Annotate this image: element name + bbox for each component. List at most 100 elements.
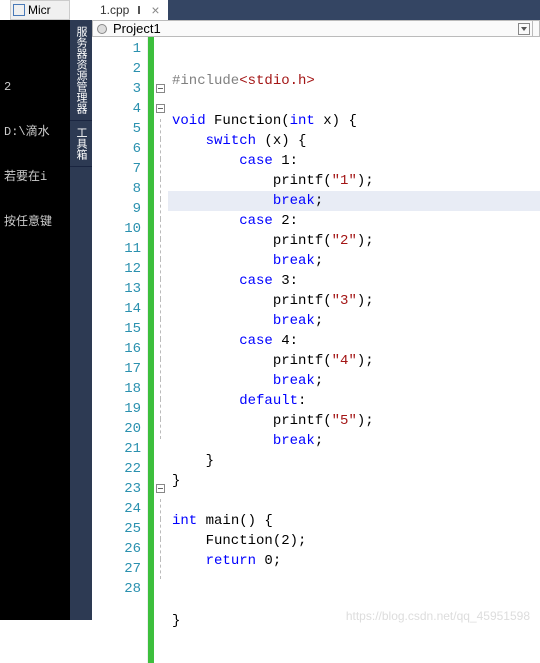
token-txt: ); <box>357 233 374 249</box>
tab-1-cpp[interactable]: 1.cpp × <box>92 0 168 20</box>
fold-slot <box>154 399 168 419</box>
token-txt <box>172 333 239 349</box>
nav-back-icon[interactable] <box>97 24 107 34</box>
fold-slot <box>154 579 168 599</box>
vtab-server-explorer[interactable]: 服务器资源管理器 <box>70 20 92 121</box>
code-line[interactable] <box>168 91 540 111</box>
code-line[interactable] <box>168 491 540 511</box>
line-number: 16 <box>92 339 147 359</box>
token-str: "5" <box>332 413 357 429</box>
line-number: 5 <box>92 119 147 139</box>
code-line[interactable]: #include<stdio.h> <box>168 71 540 91</box>
code-line[interactable]: case 4: <box>168 331 540 351</box>
bg-window-title: Micr <box>28 3 51 17</box>
code-line[interactable]: break; <box>168 191 540 211</box>
token-txt: ; <box>315 253 323 269</box>
pin-icon[interactable] <box>135 6 143 14</box>
vtab-toolbox[interactable]: 工具箱 <box>70 121 92 167</box>
fold-guide <box>160 399 161 419</box>
code-line[interactable]: printf("3"); <box>168 291 540 311</box>
code-line[interactable]: default: <box>168 391 540 411</box>
code-line[interactable]: switch (x) { <box>168 131 540 151</box>
fold-toggle-icon[interactable] <box>156 104 165 113</box>
fold-guide <box>160 259 161 279</box>
token-kw: break <box>273 373 315 389</box>
code-line[interactable]: break; <box>168 431 540 451</box>
fold-slot <box>154 459 168 479</box>
fold-slot <box>154 499 168 519</box>
scope-navbar: Project1 <box>92 20 540 37</box>
token-str: "3" <box>332 293 357 309</box>
line-number-gutter: 1234567891011121314151617181920212223242… <box>92 37 148 663</box>
chevron-down-icon[interactable] <box>518 23 530 35</box>
line-number: 9 <box>92 199 147 219</box>
fold-slot <box>154 539 168 559</box>
line-number: 11 <box>92 239 147 259</box>
line-number: 8 <box>92 179 147 199</box>
token-txt: } <box>172 453 214 469</box>
code-line[interactable]: printf("1"); <box>168 171 540 191</box>
token-txt: 2: <box>273 213 298 229</box>
fold-toggle-icon[interactable] <box>156 84 165 93</box>
side-tool-panel: 服务器资源管理器 工具箱 <box>70 20 92 620</box>
fold-slot[interactable] <box>154 479 168 499</box>
code-line[interactable]: break; <box>168 311 540 331</box>
code-area[interactable]: #include<stdio.h>void Function(int x) { … <box>168 37 540 663</box>
line-number: 10 <box>92 219 147 239</box>
token-kw: case <box>239 153 273 169</box>
line-number: 6 <box>92 139 147 159</box>
fold-guide <box>160 159 161 179</box>
code-line[interactable]: case 3: <box>168 271 540 291</box>
fold-slot[interactable] <box>154 99 168 119</box>
code-line[interactable]: break; <box>168 371 540 391</box>
close-icon[interactable]: × <box>151 2 159 18</box>
token-txt: ; <box>315 373 323 389</box>
code-line[interactable]: } <box>168 451 540 471</box>
line-number: 26 <box>92 539 147 559</box>
code-line[interactable]: return 0; <box>168 551 540 571</box>
fold-toggle-icon[interactable] <box>156 484 165 493</box>
code-line[interactable]: case 1: <box>168 151 540 171</box>
token-txt: x) { <box>315 113 357 129</box>
token-txt <box>172 373 273 389</box>
code-line[interactable]: Function(2); <box>168 531 540 551</box>
code-line[interactable]: break; <box>168 251 540 271</box>
code-line[interactable]: printf("2"); <box>168 231 540 251</box>
console-line: 按任意键 <box>4 212 66 229</box>
code-line[interactable]: int main() { <box>168 511 540 531</box>
fold-guide <box>160 299 161 319</box>
line-number: 19 <box>92 399 147 419</box>
token-kw: break <box>273 433 315 449</box>
code-line[interactable]: printf("5"); <box>168 411 540 431</box>
fold-slot <box>154 139 168 159</box>
token-txt <box>172 213 239 229</box>
token-txt <box>172 153 239 169</box>
code-editor[interactable]: 1234567891011121314151617181920212223242… <box>92 37 540 663</box>
fold-slot[interactable] <box>154 79 168 99</box>
console-line: 若要在i <box>4 167 66 184</box>
code-line[interactable] <box>168 591 540 611</box>
token-txt: main() { <box>197 513 273 529</box>
line-number: 25 <box>92 519 147 539</box>
code-line[interactable]: case 2: <box>168 211 540 231</box>
fold-guide <box>160 199 161 219</box>
code-line[interactable] <box>168 571 540 591</box>
scope-dropdown[interactable]: Project1 <box>113 21 518 36</box>
fold-slot <box>154 59 168 79</box>
fold-slot <box>154 279 168 299</box>
token-kw: void <box>172 113 206 129</box>
token-kw: case <box>239 273 273 289</box>
line-number: 7 <box>92 159 147 179</box>
fold-guide <box>160 379 161 399</box>
code-line[interactable]: printf("4"); <box>168 351 540 371</box>
line-number: 12 <box>92 259 147 279</box>
fold-guide <box>160 119 161 139</box>
token-kw: switch <box>206 133 256 149</box>
code-line[interactable]: void Function(int x) { <box>168 111 540 131</box>
line-number: 22 <box>92 459 147 479</box>
code-line[interactable]: } <box>168 471 540 491</box>
line-number: 17 <box>92 359 147 379</box>
line-number: 2 <box>92 59 147 79</box>
fold-guide <box>160 219 161 239</box>
line-number: 28 <box>92 579 147 599</box>
